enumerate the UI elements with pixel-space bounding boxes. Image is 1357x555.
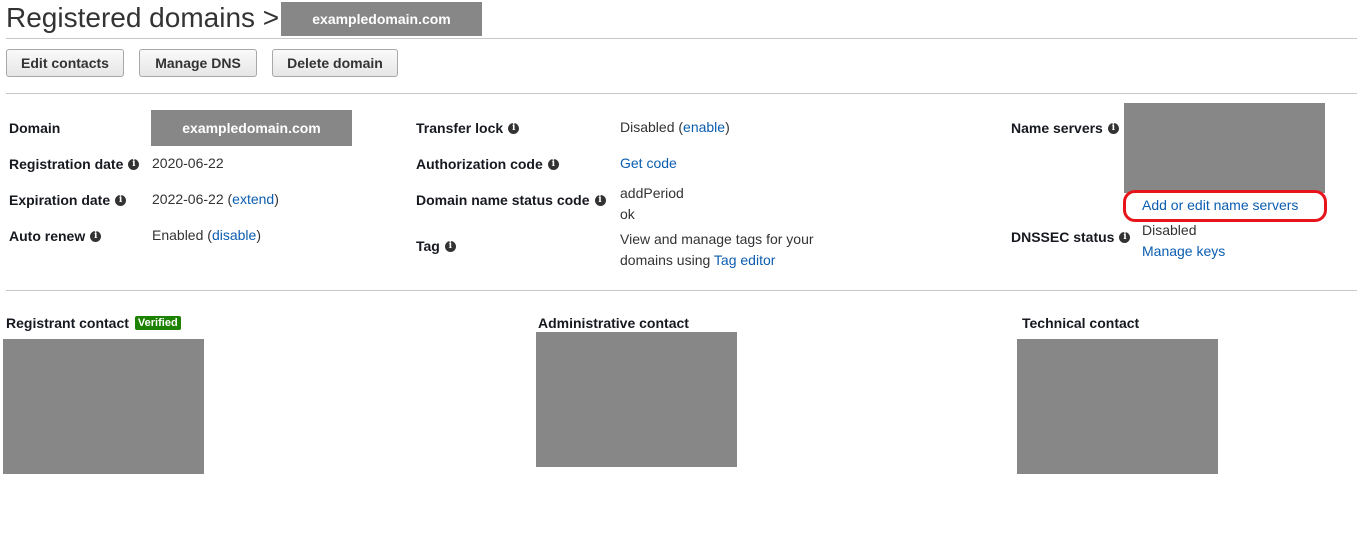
info-icon[interactable]: i [594,194,606,206]
redacted-registrant-contact [3,339,204,474]
auto-renew-label: Auto renew i [9,228,102,244]
auto-renew-value: Enabled (disable) [152,227,261,243]
info-icon[interactable]: i [508,122,520,134]
manage-dns-button[interactable]: Manage DNS [139,49,257,77]
page-title: Registered domains > [6,2,280,33]
divider-contacts [6,290,1357,291]
expiration-date-value: 2022-06-22 (extend) [152,191,279,207]
domain-label: Domain [9,120,61,136]
expiration-date-label: Expiration date i [9,192,127,208]
edit-contacts-button[interactable]: Edit contacts [6,49,124,77]
registration-date-value: 2020-06-22 [152,155,224,171]
info-icon[interactable]: i [1107,122,1119,134]
add-edit-name-servers-link[interactable]: Add or edit name servers [1142,195,1298,216]
tag-description-1: View and manage tags for your [620,231,814,247]
info-icon[interactable]: i [444,240,456,252]
registration-date-label: Registration date i [9,156,140,172]
divider-toolbar [6,93,1357,94]
dnssec-status-value: Disabled [1142,222,1197,238]
info-icon[interactable]: i [547,158,559,170]
divider-top [6,38,1357,39]
redacted-domain-value: exampledomain.com [151,110,352,146]
status-code-value-1: addPeriod [620,185,684,201]
info-icon[interactable]: i [115,194,127,206]
info-icon[interactable]: i [1119,231,1131,243]
redacted-administrative-contact [536,332,737,467]
status-code-label: Domain name status code i [416,192,606,208]
get-code-link[interactable]: Get code [620,153,677,174]
info-icon[interactable]: i [128,158,140,170]
tag-editor-link[interactable]: Tag editor [714,252,775,268]
registrant-contact-heading: Registrant contact Verified [6,315,181,331]
tag-label: Tag i [416,238,456,254]
verified-badge: Verified [134,316,181,330]
dnssec-status-label: DNSSEC status i [1011,229,1131,245]
administrative-contact-heading: Administrative contact [538,315,689,331]
authorization-code-label: Authorization code i [416,156,559,172]
delete-domain-button[interactable]: Delete domain [272,49,398,77]
redacted-technical-contact [1017,339,1218,474]
enable-link[interactable]: enable [683,119,725,135]
info-icon[interactable]: i [90,230,102,242]
status-code-value-2: ok [620,206,635,222]
disable-link[interactable]: disable [212,227,256,243]
technical-contact-heading: Technical contact [1022,315,1140,331]
manage-keys-link[interactable]: Manage keys [1142,241,1225,262]
transfer-lock-label: Transfer lock i [416,120,520,136]
redacted-domain-title: exampledomain.com [281,2,482,36]
extend-link[interactable]: extend [232,191,274,207]
transfer-lock-value: Disabled (enable) [620,119,730,135]
tag-description-2: domains using Tag editor [620,252,776,268]
redacted-name-servers [1124,103,1325,193]
name-servers-label: Name servers i [1011,120,1119,136]
